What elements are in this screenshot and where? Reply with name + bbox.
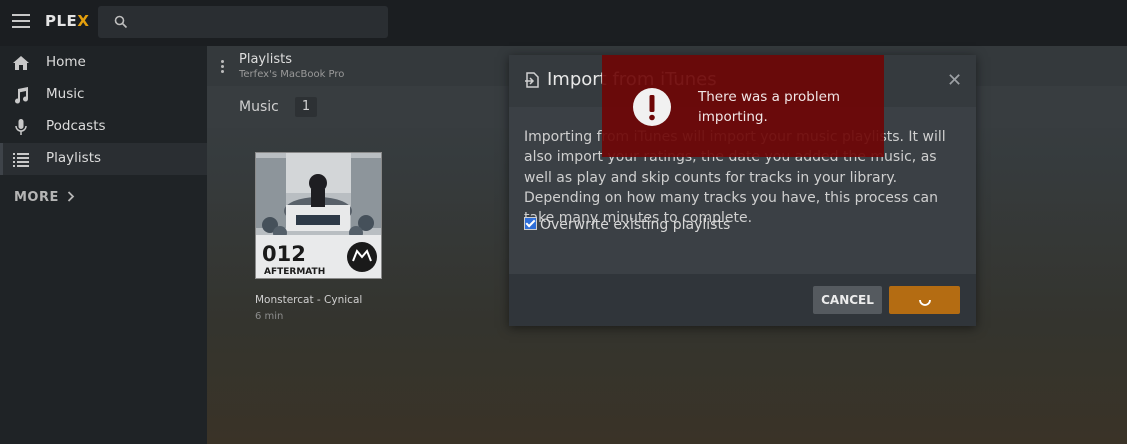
dialog-footer: CANCEL: [509, 274, 976, 326]
more-link[interactable]: MORE: [14, 190, 75, 205]
microphone-icon: [15, 119, 27, 135]
search-input[interactable]: [98, 6, 388, 38]
playlist-title[interactable]: Monstercat - Cynical: [255, 294, 362, 306]
chevron-right-icon: [67, 191, 75, 202]
list-icon: [13, 153, 29, 167]
home-icon: [13, 56, 29, 70]
album-cover: 012 AFTERMATH: [255, 152, 382, 279]
error-toast: There was a problem importing.: [602, 55, 884, 157]
search-icon: [114, 15, 128, 29]
sidebar-item-label: Music: [46, 86, 85, 102]
sidebar-item-music[interactable]: Music: [0, 79, 207, 111]
playlist-card[interactable]: 012 AFTERMATH Monstercat - Cynical 6 min: [255, 152, 385, 322]
sidebar-item-label: Playlists: [46, 150, 102, 166]
exclamation-icon: [633, 88, 671, 126]
svg-text:012: 012: [262, 242, 306, 266]
sidebar-item-playlists[interactable]: Playlists: [0, 143, 207, 175]
server-name: Terfex's MacBook Pro: [239, 69, 345, 80]
playlist-duration: 6 min: [255, 311, 284, 322]
svg-text:AFTERMATH: AFTERMATH: [264, 267, 325, 277]
error-message: There was a problem importing.: [698, 89, 841, 125]
import-icon: [525, 72, 539, 88]
top-bar: PLEX: [0, 0, 1127, 46]
sidebar-item-label: Podcasts: [46, 118, 106, 134]
sidebar-item-label: Home: [46, 54, 86, 70]
count-badge: 1: [295, 97, 317, 117]
more-options-icon[interactable]: [221, 60, 225, 74]
cancel-button[interactable]: CANCEL: [813, 286, 882, 314]
plex-logo[interactable]: PLEX: [45, 12, 89, 30]
filter-music-dropdown[interactable]: Music: [239, 99, 279, 115]
sidebar-item-home[interactable]: Home: [0, 47, 207, 79]
overwrite-label[interactable]: Overwrite existing playlists: [540, 217, 730, 233]
page-title: Playlists: [239, 52, 292, 67]
sidebar: Home Music Podcasts Playlists MORE: [0, 46, 207, 444]
import-button[interactable]: [889, 286, 960, 314]
music-note-icon: [15, 87, 29, 104]
hamburger-menu-icon[interactable]: [12, 14, 30, 28]
overwrite-checkbox[interactable]: [524, 217, 537, 230]
sidebar-item-podcasts[interactable]: Podcasts: [0, 111, 207, 143]
loading-spinner-icon: [919, 299, 931, 306]
close-icon[interactable]: ✕: [947, 70, 962, 91]
overwrite-option: Overwrite existing playlists: [524, 217, 730, 233]
